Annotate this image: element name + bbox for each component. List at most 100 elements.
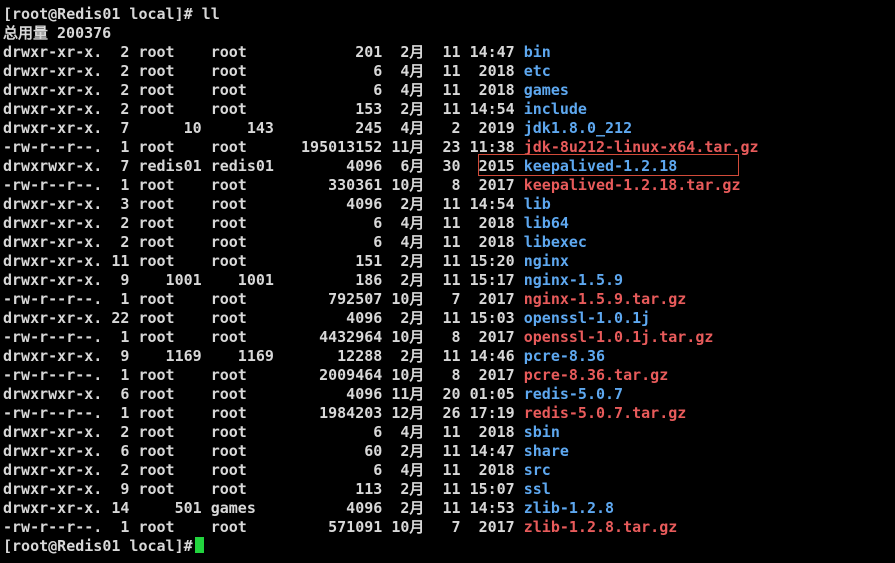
file-name[interactable]: pcre-8.36.tar.gz xyxy=(524,366,669,384)
link-count: 1 xyxy=(111,328,139,346)
file-name[interactable]: bin xyxy=(524,43,551,61)
file-size: 6 xyxy=(282,423,392,441)
owner: root xyxy=(138,100,211,118)
file-name[interactable]: lib xyxy=(524,195,551,213)
file-size: 4096 xyxy=(282,385,392,403)
list-item: drwxr-xr-x. 2 root root 153 2月 11 14:54 … xyxy=(3,100,587,119)
list-item: drwxr-xr-x. 2 root root 6 4月 11 2018 gam… xyxy=(3,81,569,100)
file-size: 113 xyxy=(282,480,392,498)
list-item: drwxr-xr-x. 2 root root 6 4月 11 2018 src xyxy=(3,461,551,480)
day: 11 xyxy=(433,480,470,498)
file-name[interactable]: zlib-1.2.8 xyxy=(524,499,614,517)
file-name[interactable]: redis-5.0.7.tar.gz xyxy=(524,404,687,422)
file-size: 4096 xyxy=(282,195,392,213)
link-count: 22 xyxy=(111,309,139,327)
list-item: -rw-r--r--. 1 root root 2009464 10月 8 20… xyxy=(3,366,668,385)
permissions: drwxr-xr-x. xyxy=(3,62,112,80)
file-name[interactable]: share xyxy=(524,442,569,460)
list-item: drwxr-xr-x. 6 root root 60 2月 11 14:47 s… xyxy=(3,442,569,461)
owner: root xyxy=(138,366,211,384)
day: 11 xyxy=(433,309,470,327)
time-or-year: 2017 xyxy=(469,518,524,536)
file-name[interactable]: include xyxy=(524,100,587,118)
time-or-year: 14:54 xyxy=(469,100,524,118)
file-name[interactable]: nginx xyxy=(524,252,569,270)
owner: root xyxy=(138,480,211,498)
list-item: drwxr-xr-x. 7 10 143 245 4月 2 2019 jdk1.… xyxy=(3,119,632,138)
file-size: 571091 xyxy=(282,518,392,536)
day: 23 xyxy=(433,138,470,156)
file-name[interactable]: nginx-1.5.9.tar.gz xyxy=(524,290,687,308)
owner: root xyxy=(138,290,211,308)
link-count: 2 xyxy=(111,100,139,118)
day: 8 xyxy=(433,176,470,194)
list-item: drwxr-xr-x. 9 root root 113 2月 11 15:07 … xyxy=(3,480,551,499)
file-name[interactable]: sbin xyxy=(524,423,560,441)
file-name[interactable]: lib64 xyxy=(524,214,569,232)
file-name[interactable]: pcre-8.36 xyxy=(524,347,605,365)
file-size: 12288 xyxy=(282,347,392,365)
file-size: 186 xyxy=(282,271,392,289)
list-item: drwxr-xr-x. 2 root root 6 4月 11 2018 etc xyxy=(3,62,551,81)
command-line: [root@Redis01 local]# ll xyxy=(3,5,220,23)
day: 11 xyxy=(433,423,470,441)
file-name[interactable]: openssl-1.0.1j xyxy=(524,309,650,327)
time-or-year: 2018 xyxy=(469,62,524,80)
file-name[interactable]: libexec xyxy=(524,233,587,251)
file-name[interactable]: keepalived-1.2.18.tar.gz xyxy=(524,176,741,194)
day: 20 xyxy=(433,385,470,403)
file-name[interactable]: nginx-1.5.9 xyxy=(524,271,623,289)
day: 2 xyxy=(433,119,470,137)
month: 2月 xyxy=(391,252,434,270)
file-name[interactable]: ssl xyxy=(524,480,551,498)
list-item: drwxr-xr-x. 14 501 games 4096 2月 11 14:5… xyxy=(3,499,614,518)
list-item: drwxr-xr-x. 2 root root 201 2月 11 14:47 … xyxy=(3,43,551,62)
list-item: -rw-r--r--. 1 root root 792507 10月 7 201… xyxy=(3,290,686,309)
owner: 501 xyxy=(138,499,211,517)
time-or-year: 14:47 xyxy=(469,43,524,61)
list-item: drwxr-xr-x. 2 root root 6 4月 11 2018 sbi… xyxy=(3,423,560,442)
owner: root xyxy=(138,233,211,251)
link-count: 1 xyxy=(111,138,139,156)
group: root xyxy=(210,480,283,498)
list-item: drwxr-xr-x. 3 root root 4096 2月 11 14:54… xyxy=(3,195,551,214)
permissions: drwxr-xr-x. xyxy=(3,195,112,213)
time-or-year: 17:19 xyxy=(469,404,524,422)
month: 10月 xyxy=(391,518,434,536)
time-or-year: 2017 xyxy=(469,176,524,194)
list-item: drwxr-xr-x. 2 root root 6 4月 11 2018 lib… xyxy=(3,214,569,233)
file-name[interactable]: openssl-1.0.1j.tar.gz xyxy=(524,328,714,346)
group: root xyxy=(210,138,283,156)
time-or-year: 15:03 xyxy=(469,309,524,327)
month: 2月 xyxy=(391,480,434,498)
file-size: 153 xyxy=(282,100,392,118)
day: 11 xyxy=(433,347,470,365)
file-size: 2009464 xyxy=(282,366,392,384)
file-size: 6 xyxy=(282,81,392,99)
file-size: 6 xyxy=(282,461,392,479)
file-name[interactable]: jdk1.8.0_212 xyxy=(524,119,632,137)
file-name[interactable]: src xyxy=(524,461,551,479)
time-or-year: 2019 xyxy=(469,119,524,137)
day: 11 xyxy=(433,271,470,289)
permissions: -rw-r--r--. xyxy=(3,176,112,194)
group: redis01 xyxy=(210,157,283,175)
terminal-window[interactable]: [root@Redis01 local]# ll 总用量 200376 drwx… xyxy=(0,0,895,563)
owner: root xyxy=(138,518,211,536)
file-name[interactable]: etc xyxy=(524,62,551,80)
file-name[interactable]: zlib-1.2.8.tar.gz xyxy=(524,518,678,536)
file-size: 4096 xyxy=(282,309,392,327)
time-or-year: 15:17 xyxy=(469,271,524,289)
prompt-line[interactable]: [root@Redis01 local]# xyxy=(3,537,204,556)
group: root xyxy=(210,290,283,308)
permissions: drwxr-xr-x. xyxy=(3,43,112,61)
file-name[interactable]: games xyxy=(524,81,569,99)
file-name[interactable]: redis-5.0.7 xyxy=(524,385,623,403)
day: 11 xyxy=(433,100,470,118)
owner: root xyxy=(138,328,211,346)
file-size: 1984203 xyxy=(282,404,392,422)
file-size: 60 xyxy=(282,442,392,460)
day: 11 xyxy=(433,461,470,479)
permissions: drwxrwxr-x. xyxy=(3,385,112,403)
month: 2月 xyxy=(391,43,434,61)
